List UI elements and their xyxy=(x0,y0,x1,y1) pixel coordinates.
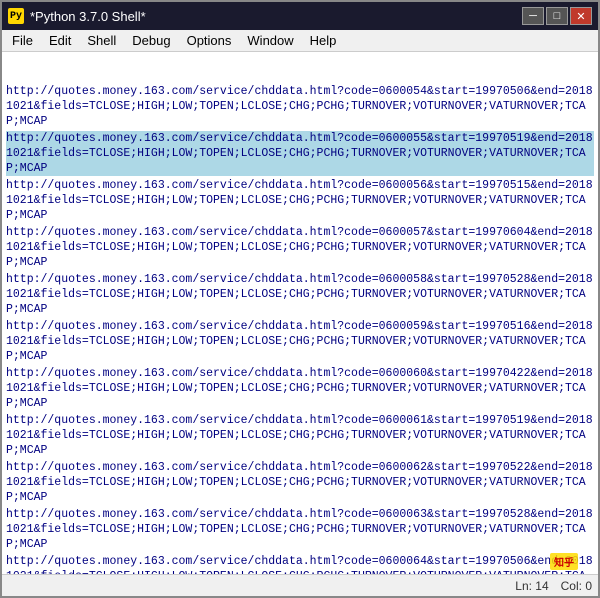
line-item: http://quotes.money.163.com/service/chdd… xyxy=(6,319,594,364)
title-bar-left: Py *Python 3.7.0 Shell* xyxy=(8,8,146,24)
line-item: http://quotes.money.163.com/service/chdd… xyxy=(6,225,594,270)
menu-bar: FileEditShellDebug OptionsWindow Help xyxy=(2,30,598,52)
minimize-button[interactable]: ─ xyxy=(522,7,544,25)
col-status: Col: 0 xyxy=(561,579,592,593)
line-item: http://quotes.money.163.com/service/chdd… xyxy=(6,178,594,223)
python-icon: Py xyxy=(8,8,24,24)
line-item: http://quotes.money.163.com/service/chdd… xyxy=(6,366,594,411)
status-info: Ln: 14 Col: 0 xyxy=(515,579,592,593)
close-button[interactable]: ✕ xyxy=(570,7,592,25)
line-item: http://quotes.money.163.com/service/chdd… xyxy=(6,507,594,552)
ln-status: Ln: 14 xyxy=(515,579,548,593)
line-item: http://quotes.money.163.com/service/chdd… xyxy=(6,272,594,317)
status-bar: Ln: 14 Col: 0 xyxy=(2,574,598,596)
content-area: http://quotes.money.163.com/service/chdd… xyxy=(2,52,598,574)
window: Py *Python 3.7.0 Shell* ─ □ ✕ FileEditSh… xyxy=(0,0,600,598)
line-item: http://quotes.money.163.com/service/chdd… xyxy=(6,131,594,176)
text-area[interactable]: http://quotes.money.163.com/service/chdd… xyxy=(2,52,598,574)
menu-item-debug[interactable]: Debug xyxy=(126,32,176,49)
shell-output: http://quotes.money.163.com/service/chdd… xyxy=(6,54,594,574)
title-bar: Py *Python 3.7.0 Shell* ─ □ ✕ xyxy=(2,2,598,30)
line-item: http://quotes.money.163.com/service/chdd… xyxy=(6,554,594,574)
menu-item-options[interactable]: Options xyxy=(181,32,238,49)
title-bar-buttons: ─ □ ✕ xyxy=(522,7,592,25)
menu-item-file[interactable]: File xyxy=(6,32,39,49)
line-item: http://quotes.money.163.com/service/chdd… xyxy=(6,460,594,505)
maximize-button[interactable]: □ xyxy=(546,7,568,25)
menu-item-shell[interactable]: Shell xyxy=(81,32,122,49)
window-title: *Python 3.7.0 Shell* xyxy=(30,9,146,24)
line-item: http://quotes.money.163.com/service/chdd… xyxy=(6,84,594,129)
menu-item-window[interactable]: Window xyxy=(241,32,299,49)
menu-item-edit[interactable]: Edit xyxy=(43,32,77,49)
menu-item-help[interactable]: Help xyxy=(304,32,343,49)
line-item: http://quotes.money.163.com/service/chdd… xyxy=(6,413,594,458)
